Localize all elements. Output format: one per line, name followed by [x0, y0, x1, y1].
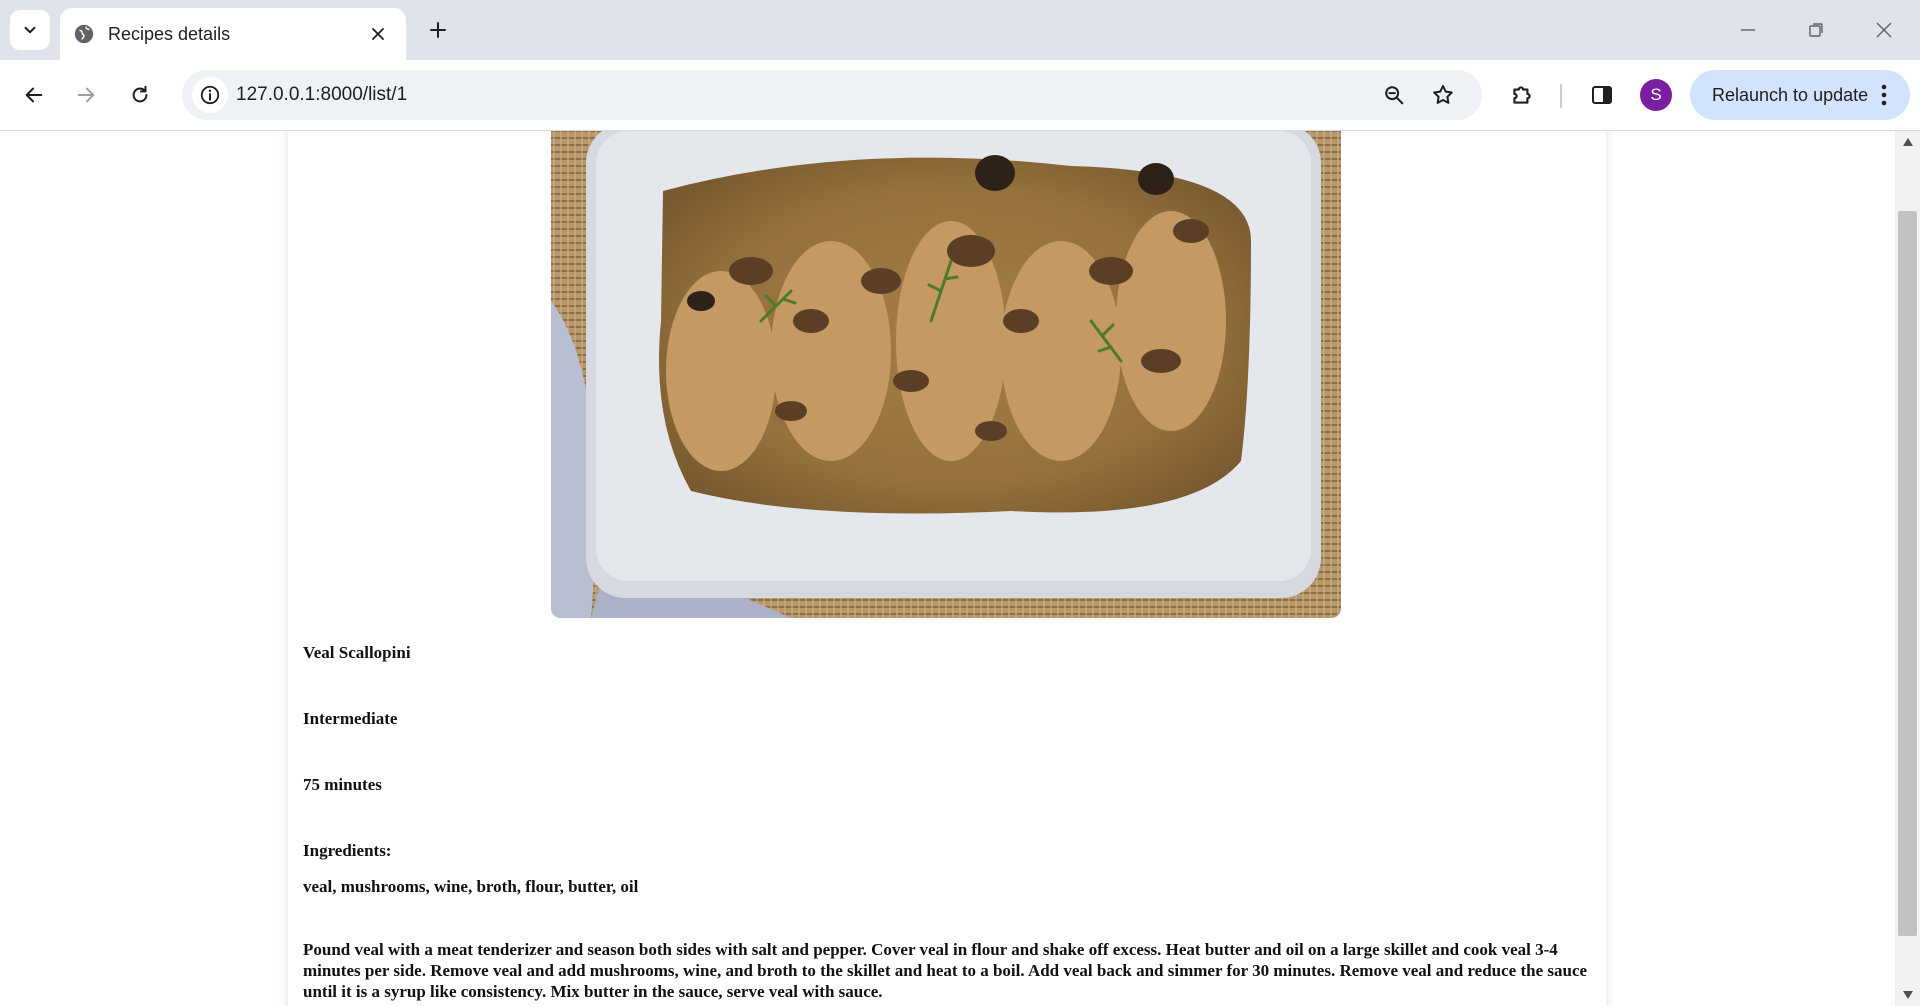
back-button[interactable] — [14, 75, 54, 115]
browser-toolbar: 127.0.0.1:8000/list/1 S Relaunch to upda… — [0, 60, 1920, 131]
forward-button[interactable] — [66, 75, 106, 115]
recipe-card: Veal Scallopini Intermediate 75 minutes … — [288, 131, 1606, 1006]
zoom-button[interactable] — [1378, 79, 1410, 111]
page-scrollbar[interactable] — [1895, 131, 1920, 1006]
side-panel-icon — [1592, 86, 1612, 104]
recipe-time: 75 minutes — [303, 775, 382, 794]
chevron-down-icon — [24, 26, 36, 34]
extensions-button[interactable] — [1506, 79, 1538, 111]
close-icon — [1876, 22, 1892, 38]
kebab-menu-icon[interactable] — [1872, 84, 1896, 106]
profile-avatar[interactable]: S — [1640, 79, 1672, 111]
arrow-right-icon — [77, 87, 95, 103]
recipe-image — [551, 131, 1341, 618]
new-tab-button[interactable] — [422, 14, 454, 46]
address-bar[interactable]: 127.0.0.1:8000/list/1 — [182, 70, 1482, 120]
ingredients-list: veal, mushrooms, wine, broth, flour, but… — [303, 877, 639, 896]
restore-button[interactable] — [1796, 14, 1836, 46]
minimize-button[interactable] — [1728, 14, 1768, 46]
recipe-difficulty: Intermediate — [303, 709, 398, 728]
bookmark-button[interactable] — [1427, 79, 1459, 111]
tab-search-button[interactable] — [10, 10, 50, 50]
scroll-thumb[interactable] — [1898, 211, 1917, 936]
site-info-button[interactable] — [192, 77, 228, 113]
triangle-down-icon — [1902, 991, 1913, 999]
tab-strip: Recipes details — [0, 0, 1920, 60]
scroll-up-button[interactable] — [1895, 131, 1920, 153]
recipe-instructions: Pound veal with a meat tenderizer and se… — [303, 940, 1588, 1001]
globe-icon — [72, 22, 96, 46]
puzzle-icon — [1513, 86, 1531, 104]
toolbar-divider — [1560, 84, 1562, 108]
page-viewport: Veal Scallopini Intermediate 75 minutes … — [0, 131, 1895, 1006]
tab-title: Recipes details — [108, 23, 231, 44]
reload-icon — [132, 85, 148, 103]
minimize-icon — [1741, 29, 1755, 31]
arrow-left-icon — [25, 87, 43, 103]
scroll-down-button[interactable] — [1895, 984, 1920, 1006]
triangle-up-icon — [1902, 138, 1913, 146]
url-text[interactable]: 127.0.0.1:8000/list/1 — [236, 70, 407, 120]
recipe-name: Veal Scallopini — [303, 643, 411, 662]
tab-recipes-details[interactable]: Recipes details — [60, 8, 406, 60]
plus-icon — [430, 22, 446, 38]
relaunch-button[interactable]: Relaunch to update — [1690, 70, 1910, 120]
star-icon — [1433, 85, 1453, 104]
ingredients-label: Ingredients: — [303, 841, 392, 860]
zoom-icon — [1385, 86, 1404, 105]
close-window-button[interactable] — [1864, 14, 1904, 46]
reload-button[interactable] — [120, 75, 160, 115]
restore-icon — [1809, 23, 1823, 37]
info-icon — [200, 85, 220, 105]
side-panel-button[interactable] — [1586, 79, 1618, 111]
relaunch-label: Relaunch to update — [1712, 84, 1869, 105]
close-icon[interactable] — [364, 20, 392, 48]
